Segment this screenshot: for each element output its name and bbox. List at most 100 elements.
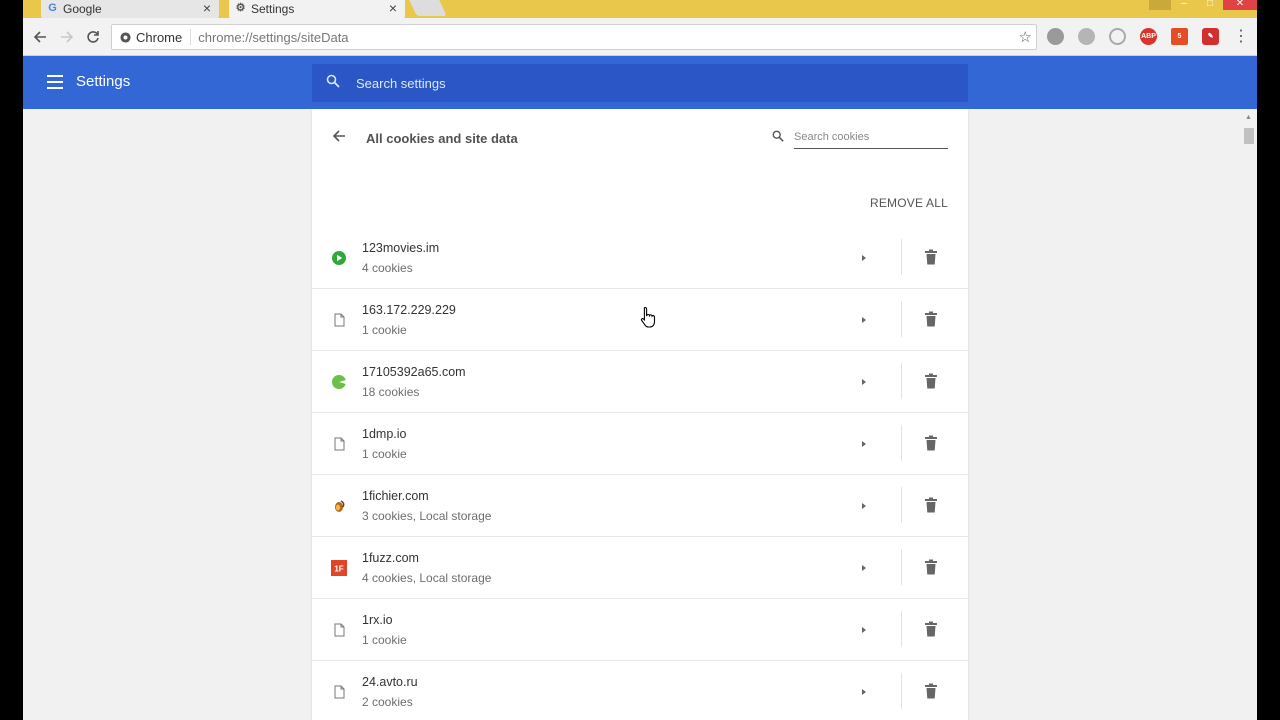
document-icon [334, 685, 345, 699]
search-icon [772, 130, 784, 142]
tab-google[interactable]: G Google × [41, 0, 219, 18]
site-row[interactable]: 1dmp.io 1 cookie [312, 413, 968, 475]
divider [901, 549, 902, 585]
site-row[interactable]: 1F 1fuzz.com 4 cookies, Local storage [312, 537, 968, 599]
expand-arrow-icon[interactable] [860, 439, 868, 449]
close-tab-icon[interactable]: × [203, 0, 211, 16]
divider [901, 363, 902, 399]
divider [901, 239, 902, 275]
circle-extension-icon[interactable] [1109, 28, 1126, 45]
extension-icon[interactable] [1047, 28, 1064, 45]
1f-logo-icon: 1F [331, 560, 347, 576]
expand-arrow-icon[interactable] [860, 501, 868, 511]
site-name: 24.avto.ru [362, 675, 418, 689]
settings-search[interactable] [312, 64, 968, 102]
settings-header: Settings [23, 56, 1257, 109]
page-title: All cookies and site data [366, 131, 518, 146]
tab-title: Settings [251, 2, 295, 16]
cookie-search[interactable] [772, 125, 948, 150]
profile-icon[interactable] [1149, 0, 1171, 10]
url-text[interactable]: chrome://settings/siteData [191, 30, 348, 45]
scrollbar-thumb[interactable] [1244, 128, 1254, 144]
window-controls: – □ ✕ [1149, 0, 1257, 10]
html5-icon[interactable]: 5 [1171, 28, 1188, 45]
settings-search-input[interactable] [356, 73, 916, 93]
divider [901, 425, 902, 461]
search-icon [326, 74, 340, 88]
gear-icon: ⚙ [235, 2, 246, 14]
back-arrow-icon[interactable] [332, 129, 346, 143]
svg-text:1F: 1F [334, 565, 343, 574]
site-detail: 4 cookies, Local storage [362, 571, 492, 585]
document-icon [334, 313, 345, 327]
trash-icon[interactable] [924, 683, 938, 699]
expand-arrow-icon[interactable] [860, 687, 868, 697]
document-icon [334, 437, 345, 451]
site-name: 1dmp.io [362, 427, 407, 441]
trash-icon[interactable] [924, 311, 938, 327]
site-detail: 3 cookies, Local storage [362, 509, 492, 523]
site-detail: 1 cookie [362, 447, 407, 461]
chrome-chip[interactable]: Chrome [112, 29, 192, 45]
pen-extension-icon[interactable]: ✎ [1202, 28, 1219, 45]
hamburger-menu-icon[interactable] [47, 75, 63, 89]
divider [901, 673, 902, 709]
remove-all-button[interactable]: REMOVE ALL [870, 196, 948, 210]
trash-icon[interactable] [924, 249, 938, 265]
close-window-icon[interactable]: ✕ [1223, 0, 1257, 10]
globe-extension-icon[interactable] [1078, 28, 1095, 45]
expand-arrow-icon[interactable] [860, 377, 868, 387]
trash-icon[interactable] [924, 559, 938, 575]
browser-window: G Google × ⚙ Settings × – □ ✕ Chrome chr… [23, 0, 1257, 720]
trash-icon[interactable] [924, 373, 938, 389]
google-icon: G [48, 2, 57, 14]
squirrel-icon [335, 500, 345, 512]
adblock-plus-icon[interactable]: ABP [1140, 28, 1157, 45]
site-name: 1fichier.com [362, 489, 429, 503]
expand-arrow-icon[interactable] [860, 563, 868, 573]
site-detail: 1 cookie [362, 323, 407, 337]
site-detail: 1 cookie [362, 633, 407, 647]
site-row[interactable]: 1rx.io 1 cookie [312, 599, 968, 661]
address-bar[interactable]: Chrome chrome://settings/siteData ☆ [111, 24, 1037, 50]
site-name: 123movies.im [362, 241, 440, 255]
site-detail: 2 cookies [362, 695, 413, 709]
tab-title: Google [63, 2, 102, 16]
green-circle-icon [332, 375, 346, 389]
browser-toolbar: Chrome chrome://settings/siteData ☆ ABP … [23, 18, 1257, 56]
reload-icon[interactable] [83, 27, 103, 47]
expand-arrow-icon[interactable] [860, 315, 868, 325]
settings-title: Settings [76, 73, 131, 90]
hand-cursor-icon [640, 306, 656, 328]
expand-arrow-icon[interactable] [860, 253, 868, 263]
green-play-icon [332, 251, 346, 265]
chrome-icon [120, 31, 131, 43]
divider [901, 487, 902, 523]
site-name: 1rx.io [362, 613, 393, 627]
trash-icon[interactable] [924, 621, 938, 637]
bookmark-star-icon[interactable]: ☆ [1019, 28, 1032, 46]
site-name: 1fuzz.com [362, 551, 419, 565]
site-detail: 18 cookies [362, 385, 420, 399]
scroll-up-arrow-icon[interactable]: ▲ [1245, 114, 1252, 121]
title-bar: G Google × ⚙ Settings × – □ ✕ [23, 0, 1257, 18]
forward-nav-icon[interactable] [57, 27, 77, 47]
expand-arrow-icon[interactable] [860, 625, 868, 635]
minimize-icon[interactable]: – [1171, 0, 1197, 10]
maximize-icon[interactable]: □ [1197, 0, 1223, 10]
cookie-search-input[interactable] [794, 125, 948, 149]
site-row[interactable]: 17105392a65.com 18 cookies [312, 351, 968, 413]
site-row[interactable]: 24.avto.ru 2 cookies [312, 661, 968, 720]
site-row[interactable]: 123movies.im 4 cookies [312, 227, 968, 289]
tab-settings[interactable]: ⚙ Settings × [229, 0, 405, 18]
trash-icon[interactable] [924, 497, 938, 513]
back-nav-icon[interactable] [30, 27, 50, 47]
close-tab-icon[interactable]: × [389, 0, 397, 16]
trash-icon[interactable] [924, 435, 938, 451]
menu-kebab-icon[interactable]: ⋮ [1231, 27, 1251, 47]
new-tab-button[interactable] [409, 0, 447, 16]
site-detail: 4 cookies [362, 261, 413, 275]
scrollbar[interactable] [1241, 112, 1257, 720]
site-row[interactable]: 1fichier.com 3 cookies, Local storage [312, 475, 968, 537]
divider [901, 301, 902, 337]
